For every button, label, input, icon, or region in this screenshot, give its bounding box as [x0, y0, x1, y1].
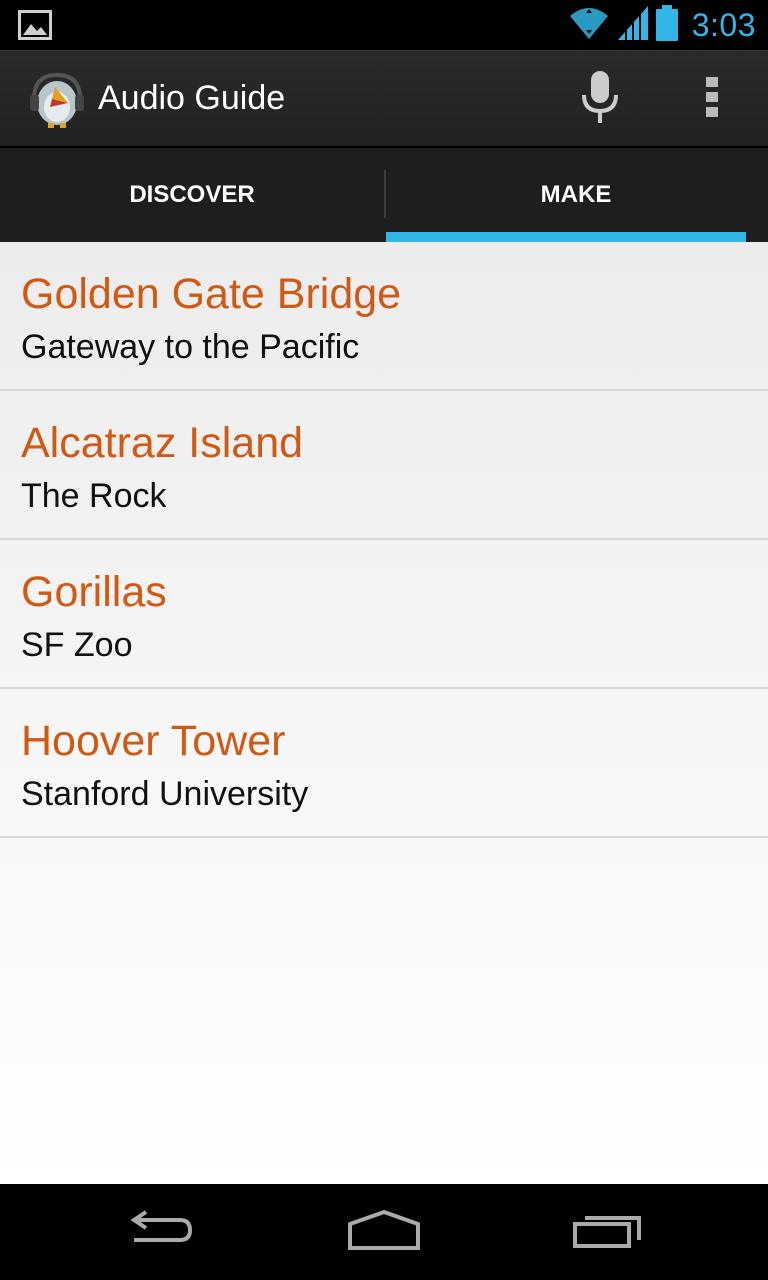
microphone-button[interactable] — [572, 69, 628, 129]
signal-icon — [617, 5, 648, 45]
item-title: Golden Gate Bridge — [21, 270, 402, 318]
selected-tab-indicator — [386, 232, 746, 242]
item-title: Gorillas — [21, 568, 167, 616]
tab-make[interactable]: MAKE — [384, 148, 768, 242]
item-subtitle: The Rock — [21, 477, 167, 515]
tab-discover[interactable]: DISCOVER — [0, 148, 384, 242]
navigation-bar — [0, 1184, 768, 1280]
overflow-menu-button[interactable] — [684, 69, 740, 129]
guide-list: Golden Gate Bridge Gateway to the Pacifi… — [0, 242, 768, 1184]
app-logo-icon[interactable] — [28, 69, 86, 129]
item-title: Alcatraz Island — [21, 419, 304, 467]
item-title: Hoover Tower — [21, 717, 286, 765]
item-subtitle: SF Zoo — [21, 626, 133, 664]
back-button[interactable] — [114, 1202, 204, 1262]
home-button[interactable] — [339, 1202, 429, 1262]
overflow-menu-icon — [705, 75, 719, 124]
recent-apps-button[interactable] — [564, 1202, 654, 1262]
screen: 3:03 Audio Guide DISCOVER MAKE Golden Ga… — [0, 0, 768, 1280]
action-bar: Audio Guide — [0, 50, 768, 146]
status-icons: 3:03 — [568, 0, 756, 50]
wifi-icon — [568, 6, 610, 45]
image-notification-icon — [18, 10, 52, 40]
clock: 3:03 — [691, 6, 756, 43]
home-icon — [346, 1209, 422, 1255]
tab-label: DISCOVER — [129, 181, 255, 208]
list-item[interactable]: Alcatraz Island The Rock — [0, 391, 768, 540]
list-item[interactable]: Gorillas SF Zoo — [0, 540, 768, 689]
tab-label: MAKE — [540, 181, 612, 208]
tab-divider — [384, 170, 386, 218]
item-subtitle: Gateway to the Pacific — [21, 328, 360, 366]
app-title: Audio Guide — [98, 79, 286, 117]
microphone-icon — [580, 69, 620, 130]
battery-icon — [655, 4, 678, 46]
list-item[interactable]: Hoover Tower Stanford University — [0, 689, 768, 838]
back-icon — [124, 1209, 194, 1255]
recent-apps-icon — [573, 1210, 645, 1255]
list-item[interactable]: Golden Gate Bridge Gateway to the Pacifi… — [0, 242, 768, 391]
status-bar: 3:03 — [0, 0, 768, 50]
item-subtitle: Stanford University — [21, 775, 309, 813]
